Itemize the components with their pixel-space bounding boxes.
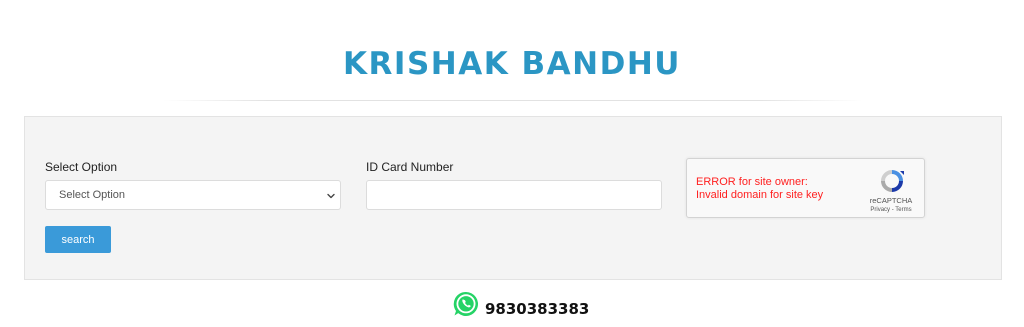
recaptcha-logo-icon — [881, 170, 904, 192]
phone-number: 9830383383 — [485, 300, 590, 318]
select-option-value: Select Option — [59, 189, 126, 201]
recaptcha-error-line-2: Invalid domain for site key — [696, 189, 824, 201]
recaptcha-brand: reCAPTCHA — [869, 196, 913, 205]
id-card-number-label: ID Card Number — [366, 160, 454, 174]
select-option-dropdown[interactable]: Select Option — [45, 180, 341, 210]
recaptcha-error-line-1: ERROR for site owner: — [696, 176, 808, 188]
recaptcha-terms-link[interactable]: Terms — [895, 207, 911, 213]
page: KRISHAK BANDHU Select Option Select Opti… — [0, 0, 1024, 327]
recaptcha-widget[interactable]: ERROR for site owner: Invalid domain for… — [686, 158, 925, 218]
recaptcha-privacy-link[interactable]: Privacy — [870, 207, 890, 213]
recaptcha-links: Privacy - Terms — [859, 207, 923, 213]
search-button[interactable]: search — [45, 226, 111, 253]
recaptcha-error-message: ERROR for site owner: Invalid domain for… — [696, 176, 823, 202]
page-title: KRISHAK BANDHU — [343, 46, 681, 82]
id-card-number-input[interactable] — [366, 180, 662, 210]
select-option-label: Select Option — [45, 160, 118, 174]
title-divider — [163, 100, 863, 101]
chevron-down-icon — [327, 193, 335, 199]
whatsapp-icon — [453, 291, 479, 316]
recaptcha-link-separator: - — [891, 207, 894, 213]
